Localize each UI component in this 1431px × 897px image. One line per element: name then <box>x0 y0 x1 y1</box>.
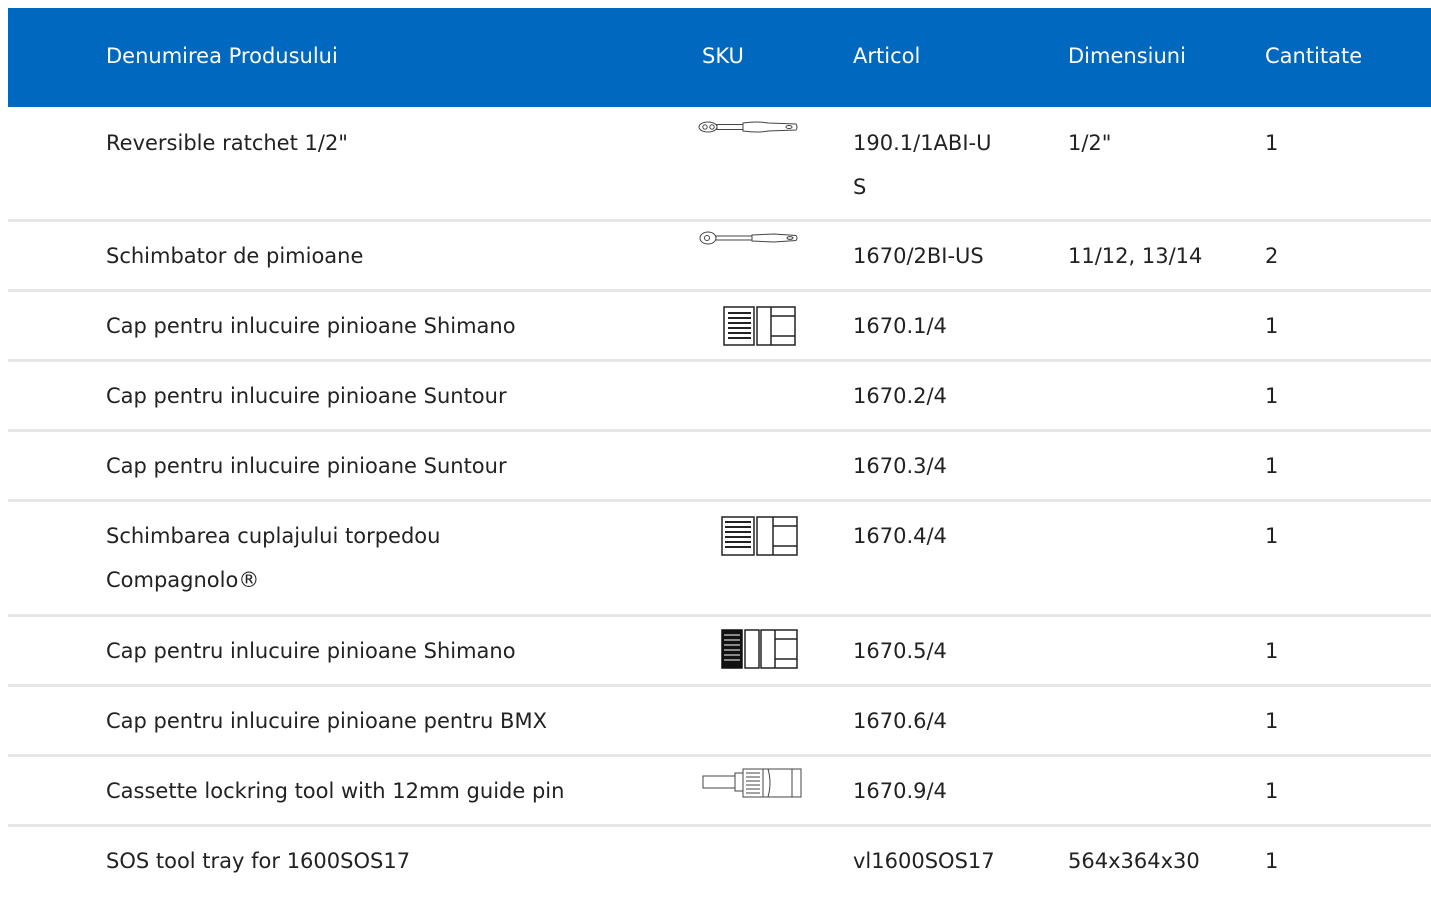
article-number: 190.1/1ABI-US <box>853 131 992 199</box>
quantity: 1 <box>1265 454 1279 478</box>
quantity: 1 <box>1265 131 1279 155</box>
article-number: 1670/2BI-US <box>853 244 984 268</box>
quantity: 1 <box>1265 314 1279 338</box>
header-sku: SKU <box>702 44 744 68</box>
product-name: Cap pentru inlucuire pinioane pentru BMX <box>106 709 547 733</box>
table-body: Reversible ratchet 1/2" 190.1/1ABI-US 1/… <box>8 107 1431 897</box>
header-quantity: Cantitate <box>1265 44 1363 68</box>
table-row: Reversible ratchet 1/2" 190.1/1ABI-US 1/… <box>8 107 1431 222</box>
quantity: 1 <box>1265 384 1279 408</box>
article-number: 1670.5/4 <box>853 639 947 663</box>
table-row: Cap pentru inlucuire pinioane Suntour 16… <box>8 432 1431 502</box>
product-name: Reversible ratchet 1/2" <box>106 131 348 155</box>
socket-dark-icon <box>721 629 841 669</box>
product-name: Cap pentru inlucuire pinioane Shimano <box>106 639 516 663</box>
product-name: Cap pentru inlucuire pinioane Shimano <box>106 314 516 338</box>
table-row: Cap pentru inlucuire pinioane Shimano 16… <box>8 292 1431 362</box>
article-number: 1670.6/4 <box>853 709 947 733</box>
product-name: SOS tool tray for 1600SOS17 <box>106 849 411 873</box>
lockring-tool-icon <box>702 767 822 807</box>
article-number: 1670.4/4 <box>853 524 947 548</box>
article-number: vl1600SOS17 <box>853 849 995 873</box>
dimensions: 1/2" <box>1068 131 1112 155</box>
ratchet-icon <box>698 119 818 159</box>
product-name: Cassette lockring tool with 12mm guide p… <box>106 779 565 803</box>
table-row: Cassette lockring tool with 12mm guide p… <box>8 757 1431 827</box>
table-row: Cap pentru inlucuire pinioane Suntour 16… <box>8 362 1431 432</box>
quantity: 1 <box>1265 849 1279 873</box>
socket-icon <box>721 516 841 556</box>
socket-icon <box>723 306 843 346</box>
quantity: 1 <box>1265 709 1279 733</box>
header-dimensions: Dimensiuni <box>1068 44 1186 68</box>
article-number: 1670.3/4 <box>853 454 947 478</box>
product-table: Denumirea Produsului SKU Articol Dimensi… <box>8 8 1431 897</box>
header-product-name: Denumirea Produsului <box>106 44 338 68</box>
table-row: Schimbator de pimioane 1670/2BI-US 11/12… <box>8 222 1431 292</box>
article-number: 1670.1/4 <box>853 314 947 338</box>
quantity: 1 <box>1265 524 1279 548</box>
article-number: 1670.9/4 <box>853 779 947 803</box>
quantity: 1 <box>1265 639 1279 663</box>
header-article: Articol <box>853 44 921 68</box>
table-row: Schimbarea cuplajului torpedou Compagnol… <box>8 502 1431 617</box>
table-row: SOS tool tray for 1600SOS17 vl1600SOS17 … <box>8 827 1431 897</box>
dimensions: 11/12, 13/14 <box>1068 244 1203 268</box>
table-row: Cap pentru inlucuire pinioane Shimano 16… <box>8 617 1431 687</box>
quantity: 1 <box>1265 779 1279 803</box>
product-name: Schimbator de pimioane <box>106 244 364 268</box>
product-name: Cap pentru inlucuire pinioane Suntour <box>106 384 507 408</box>
product-name: Cap pentru inlucuire pinioane Suntour <box>106 454 507 478</box>
ratchet-small-icon <box>698 230 818 270</box>
product-name: Schimbarea cuplajului torpedou Compagnol… <box>106 524 441 592</box>
table-header: Denumirea Produsului SKU Articol Dimensi… <box>8 8 1431 107</box>
article-number: 1670.2/4 <box>853 384 947 408</box>
table-row: Cap pentru inlucuire pinioane pentru BMX… <box>8 687 1431 757</box>
quantity: 2 <box>1265 244 1279 268</box>
dimensions: 564x364x30 <box>1068 849 1200 873</box>
